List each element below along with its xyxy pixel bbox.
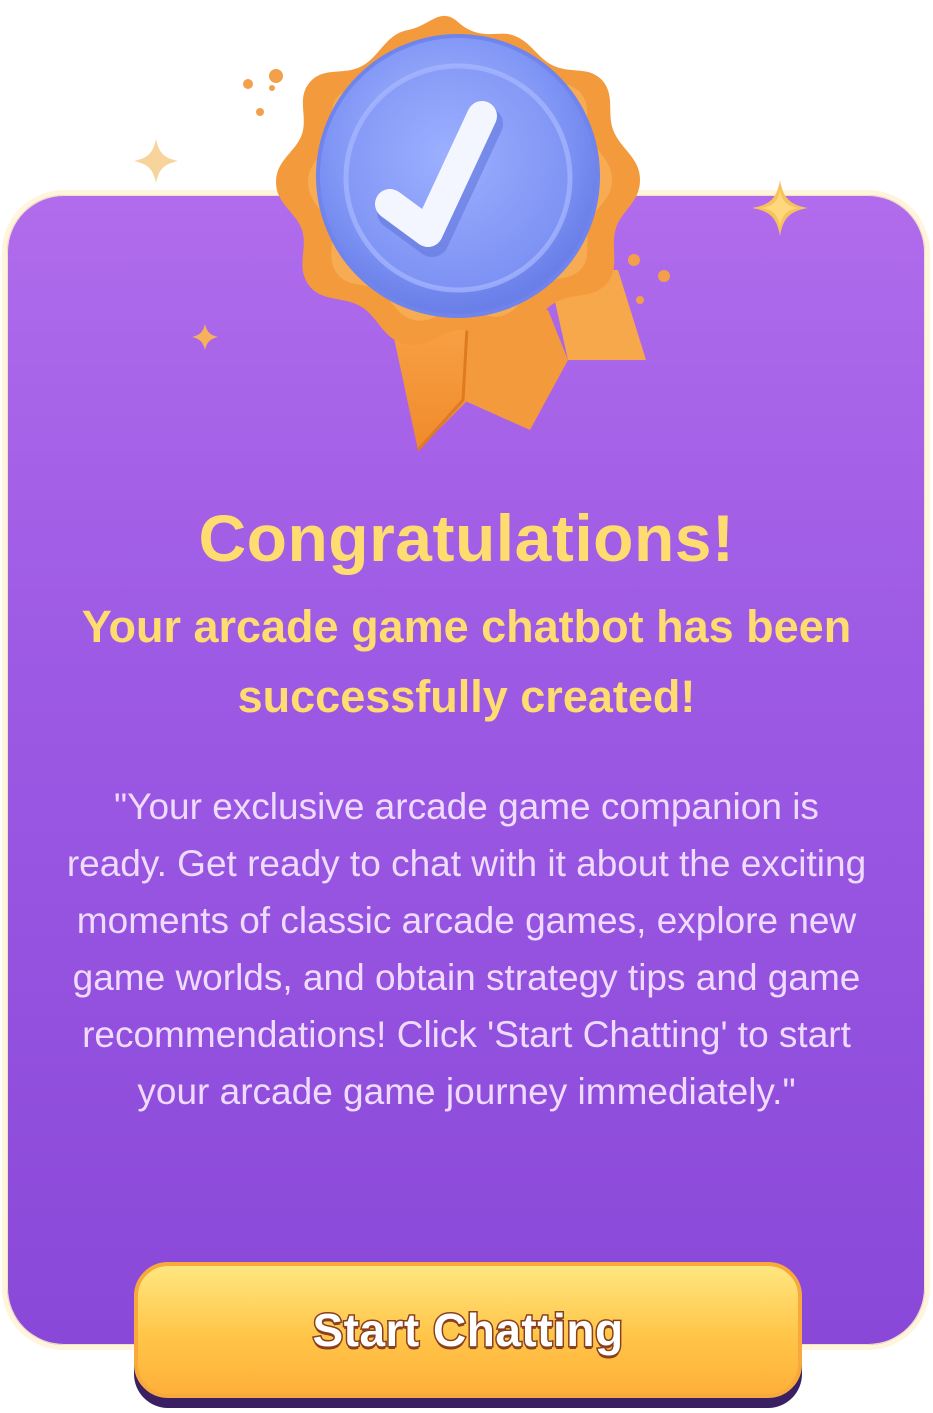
start-chatting-label: Start Chatting [311,1303,625,1358]
start-chatting-button-container: Start Chatting [134,1262,802,1410]
success-dialog: Congratulations! Your arcade game chatbo… [0,0,933,1413]
sparkle-icon [192,324,218,350]
check-badge-icon [276,15,646,452]
sparkle-icon [134,139,178,183]
sparkle-icon [752,180,808,236]
dialog-description: "Your exclusive arcade game companion is… [66,786,867,1112]
start-chatting-button[interactable]: Start Chatting [134,1262,802,1398]
dialog-subtitle: Your arcade game chatbot has been succes… [81,601,852,722]
dialog-title: Congratulations! [198,501,735,575]
